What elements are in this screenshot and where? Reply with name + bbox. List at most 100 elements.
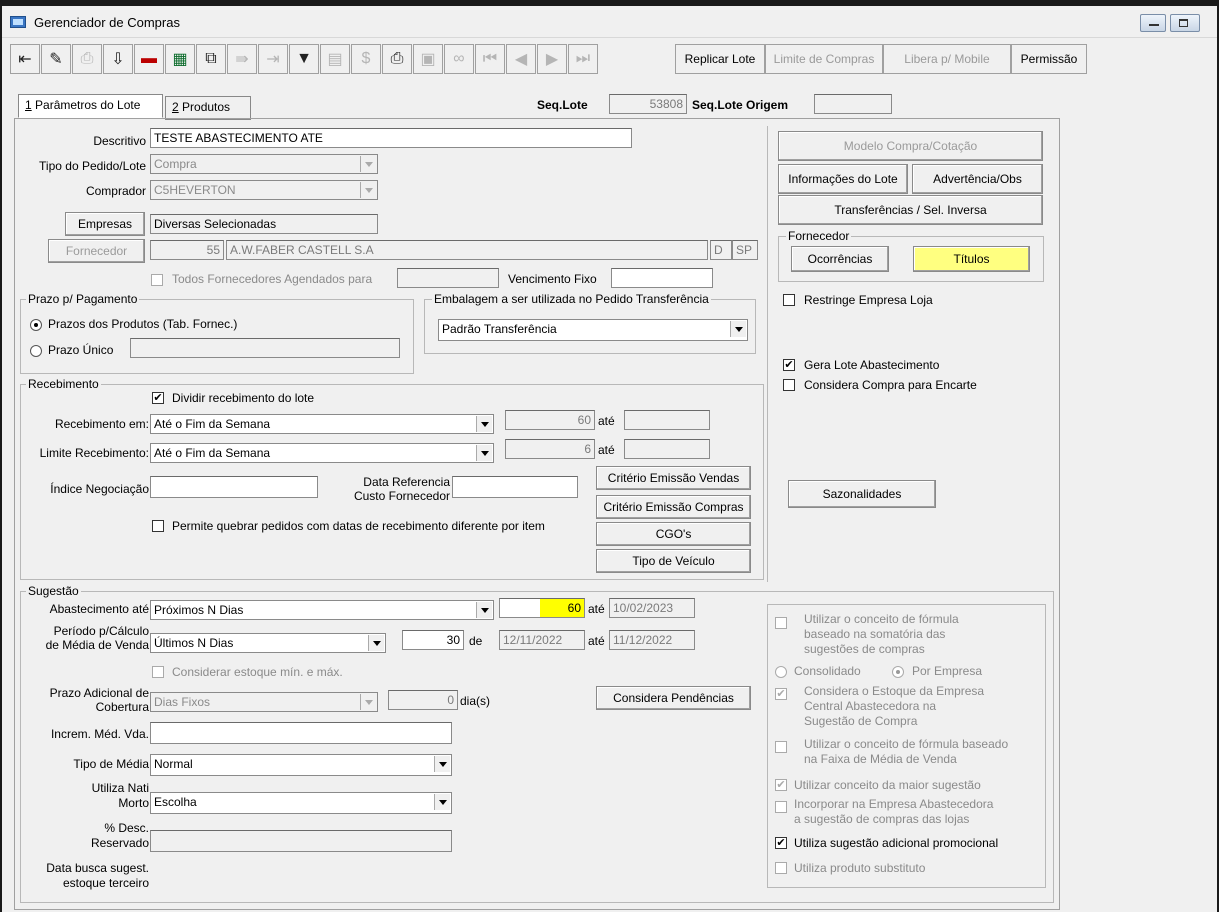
minimize-button[interactable] xyxy=(1140,14,1166,32)
fornecedor-cod-field[interactable]: 55 xyxy=(150,240,224,260)
vencimento-fixo-field[interactable] xyxy=(611,268,713,288)
informacoes-lote-button[interactable]: Informações do Lote xyxy=(778,164,908,194)
modelo-compra-button[interactable]: Modelo Compra/Cotação xyxy=(778,131,1043,161)
todos-fornecedores-checkbox[interactable] xyxy=(151,274,163,286)
incorporar-checkbox[interactable] xyxy=(775,801,787,813)
maximize-button[interactable] xyxy=(1170,14,1200,32)
recebimento-ate-field[interactable] xyxy=(624,410,710,430)
document-icon[interactable]: ▤ xyxy=(320,44,350,74)
tab-produtos[interactable]: 2 Produtos xyxy=(165,96,251,120)
data-referencia-label-2: Custo Fornecedor xyxy=(353,489,450,503)
seq-lote-origem-field[interactable] xyxy=(814,94,892,114)
ocorrencias-button[interactable]: Ocorrências xyxy=(791,246,889,272)
dividir-recebimento-checkbox[interactable]: ✔ xyxy=(152,392,164,404)
first-icon[interactable]: ⏮ xyxy=(475,44,505,74)
todos-fornecedores-date[interactable] xyxy=(397,268,499,288)
tab-parametros-lote[interactable]: 1 Parâmetros do Lote xyxy=(18,94,163,118)
nati-morto-select[interactable]: Escolha xyxy=(150,792,452,814)
considera-encarte-checkbox[interactable] xyxy=(783,379,795,391)
desc-reservado-field[interactable] xyxy=(150,830,452,852)
advertencia-button[interactable]: Advertência/Obs xyxy=(912,164,1043,194)
edit-icon[interactable]: ✎ xyxy=(41,44,71,74)
seq-lote-field[interactable]: 53808 xyxy=(609,94,687,114)
maior-sugestao-checkbox[interactable]: ✔ xyxy=(775,779,787,791)
por-empresa-radio[interactable] xyxy=(892,666,904,678)
produto-substituto-checkbox[interactable] xyxy=(775,862,787,874)
limite-recebimento-select[interactable]: Até o Fim da Semana xyxy=(150,443,494,463)
periodo-ate-field[interactable]: 11/12/2022 xyxy=(609,630,695,650)
recebimento-em-select[interactable]: Até o Fim da Semana xyxy=(150,414,494,434)
recebimento-group-title: Recebimento xyxy=(26,377,101,391)
chevron-down-icon xyxy=(476,416,492,432)
filter-icon[interactable]: ▼ xyxy=(289,44,319,74)
embalagem-select[interactable]: Padrão Transferência xyxy=(438,319,748,341)
next-icon[interactable]: ▶ xyxy=(537,44,567,74)
prev-icon[interactable]: ◀ xyxy=(506,44,536,74)
print-preview-icon[interactable]: ⎙ xyxy=(72,44,102,74)
periodo-de-field[interactable]: 12/11/2022 xyxy=(499,630,585,650)
criterio-vendas-button[interactable]: Critério Emissão Vendas xyxy=(596,466,751,490)
libera-mobile-button[interactable]: Libera p/ Mobile xyxy=(883,44,1011,74)
abastecimento-data-field[interactable]: 10/02/2023 xyxy=(609,598,695,618)
abastecimento-select[interactable]: Próximos N Dias xyxy=(150,600,494,620)
descritivo-field[interactable]: TESTE ABASTECIMENTO ATE xyxy=(150,128,632,148)
considera-pendencias-button[interactable]: Considera Pendências xyxy=(596,686,751,710)
cgos-button[interactable]: CGO's xyxy=(596,522,751,546)
replicar-lote-button[interactable]: Replicar Lote xyxy=(675,44,765,74)
print-icon[interactable]: ⎙ xyxy=(382,44,412,74)
restringe-empresa-checkbox[interactable] xyxy=(783,294,795,306)
formula-somatoria-checkbox[interactable] xyxy=(775,617,787,629)
periodo-dias-field[interactable]: 30 xyxy=(402,630,464,650)
periodo-select[interactable]: Últimos N Dias xyxy=(150,633,386,653)
increm-field[interactable] xyxy=(150,722,452,744)
exit-icon[interactable]: ⇤ xyxy=(10,44,40,74)
delete-icon[interactable]: ▬ xyxy=(134,44,164,74)
fornecedor-button[interactable]: Fornecedor xyxy=(48,239,145,263)
consolidado-radio[interactable] xyxy=(775,666,787,678)
copy-icon[interactable]: ⧉ xyxy=(196,44,226,74)
abastecimento-dias-field[interactable]: 60 xyxy=(499,598,585,618)
tipo-media-select[interactable]: Normal xyxy=(150,754,452,776)
permite-quebrar-checkbox[interactable] xyxy=(152,520,164,532)
download-icon[interactable]: ⇩ xyxy=(103,44,133,74)
prazo-unico-field[interactable] xyxy=(130,338,400,358)
considerar-estoque-checkbox[interactable] xyxy=(152,666,164,678)
prazo-unico-radio[interactable] xyxy=(30,345,42,357)
gera-lote-checkbox[interactable]: ✔ xyxy=(783,359,795,371)
binoculars-icon[interactable]: ∞ xyxy=(444,44,474,74)
spreadsheet-icon[interactable]: ▦ xyxy=(165,44,195,74)
tipo-veiculo-button[interactable]: Tipo de Veículo xyxy=(596,549,751,573)
forward-icon[interactable]: ⇥ xyxy=(258,44,288,74)
transferencias-button[interactable]: Transferências / Sel. Inversa xyxy=(778,195,1043,225)
fornecedor-uf-field[interactable]: SP xyxy=(732,240,758,260)
fornecedor-d-field[interactable]: D xyxy=(710,240,732,260)
limite-ate-field[interactable] xyxy=(624,439,710,459)
clipboard-icon[interactable]: ▣ xyxy=(413,44,443,74)
faixa-media-checkbox[interactable] xyxy=(775,741,787,753)
prazo-adicional-select[interactable]: Dias Fixos xyxy=(150,692,378,712)
indice-negociacao-field[interactable] xyxy=(150,476,318,498)
sugestao-promocional-checkbox[interactable]: ✔ xyxy=(775,837,787,849)
permissao-button[interactable]: Permissão xyxy=(1011,44,1087,74)
prazo-dias-field[interactable]: 0 xyxy=(388,690,458,710)
recebimento-dias-field[interactable]: 60 xyxy=(505,410,595,430)
data-referencia-field[interactable] xyxy=(452,476,578,498)
estoque-central-checkbox[interactable]: ✔ xyxy=(775,688,787,700)
fornecedor-nome-field[interactable]: A.W.FABER CASTELL S.A xyxy=(226,240,708,260)
limite-dias-field[interactable]: 6 xyxy=(505,439,595,459)
tipo-pedido-select[interactable]: Compra xyxy=(150,154,378,174)
cost-icon[interactable]: $ xyxy=(351,44,381,74)
criterio-compras-button[interactable]: Critério Emissão Compras xyxy=(596,495,751,519)
sazonalidades-button[interactable]: Sazonalidades xyxy=(788,480,936,508)
chevron-down-icon xyxy=(730,321,746,337)
prazo-produtos-radio[interactable] xyxy=(30,319,42,331)
last-icon[interactable]: ⏭ xyxy=(568,44,598,74)
limite-compras-button[interactable]: Limite de Compras xyxy=(765,44,883,74)
generate-icon[interactable]: ⇛ xyxy=(227,44,257,74)
titulos-button[interactable]: Títulos xyxy=(913,246,1030,272)
comprador-select[interactable]: C5HEVERTON xyxy=(150,180,378,200)
empresas-button[interactable]: Empresas xyxy=(65,212,145,236)
estoque-central-label-2: Central Abastecedora na xyxy=(804,699,937,713)
empresas-field[interactable]: Diversas Selecionadas xyxy=(150,214,378,234)
periodo-de-label: de xyxy=(469,634,483,648)
